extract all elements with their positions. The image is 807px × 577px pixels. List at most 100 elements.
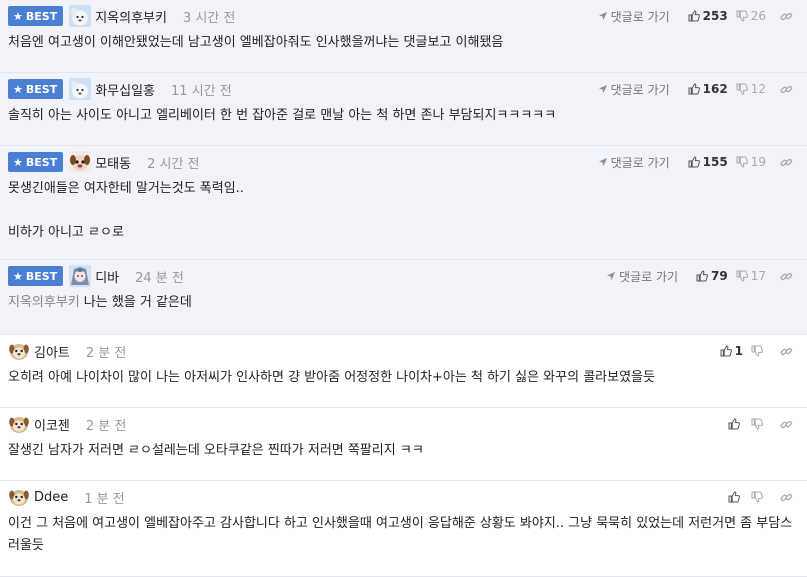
thumbs-down-icon bbox=[751, 491, 766, 503]
nickname[interactable]: 김아트 bbox=[34, 342, 70, 361]
downvote-count: 17 bbox=[750, 269, 766, 283]
upvote-button[interactable] bbox=[728, 491, 743, 503]
send-icon bbox=[598, 84, 611, 94]
go-to-reply-link[interactable]: 댓글로 가기 bbox=[598, 154, 670, 171]
comment-actions: 댓글로 가기 79 17 bbox=[606, 268, 793, 285]
timestamp: 3 시간 전 bbox=[182, 10, 236, 26]
comment-actions bbox=[720, 491, 793, 504]
send-icon bbox=[606, 271, 619, 281]
comment-header: ★ BEST 모태동 2 시간 전 댓글로 가기 155 19 bbox=[8, 146, 793, 178]
nickname[interactable]: 이코젠 bbox=[34, 415, 70, 434]
comment-header: ★ BEST 지옥의후부키 3 시간 전 댓글로 가기 253 26 bbox=[8, 0, 793, 32]
upvote-count: 155 bbox=[702, 155, 728, 169]
downvote-button[interactable] bbox=[751, 491, 766, 503]
thumbs-down-icon bbox=[736, 270, 751, 282]
upvote-button[interactable]: 1 bbox=[720, 344, 743, 358]
best-label: BEST bbox=[25, 9, 58, 23]
downvote-button[interactable]: 19 bbox=[736, 155, 766, 169]
downvote-button[interactable]: 26 bbox=[736, 9, 766, 23]
downvote-count: 12 bbox=[750, 82, 766, 96]
thumbs-down-icon bbox=[736, 83, 751, 95]
best-label: BEST bbox=[25, 82, 58, 96]
avatar[interactable] bbox=[8, 340, 30, 362]
timestamp: 1 분 전 bbox=[84, 491, 125, 507]
comment-text: 이건 그 처음에 여고생이 엘베잡아주고 감사합니다 하고 인사했을때 여고생이… bbox=[8, 513, 793, 566]
comment-header: 김아트 2 분 전 1 bbox=[8, 335, 793, 367]
comment-item: ★ BEST 지옥의후부키 3 시간 전 댓글로 가기 253 26 처음엔 여고생이 이해안… bbox=[0, 0, 807, 73]
avatar[interactable] bbox=[69, 78, 92, 100]
send-icon bbox=[598, 157, 611, 167]
avatar[interactable] bbox=[8, 486, 30, 508]
downvote-button[interactable]: 12 bbox=[736, 82, 766, 96]
comment-actions: 댓글로 가기 155 19 bbox=[598, 154, 793, 171]
link-icon[interactable] bbox=[780, 83, 793, 96]
best-label: BEST bbox=[25, 269, 58, 283]
star-icon: ★ bbox=[13, 82, 23, 96]
thumbs-up-icon bbox=[720, 345, 735, 357]
thumbs-down-icon bbox=[751, 418, 766, 430]
nickname[interactable]: 모태동 bbox=[95, 153, 131, 172]
timestamp: 2 시간 전 bbox=[147, 156, 200, 172]
comment-body: 오히려 아예 나이차이 많이 나는 아저씨가 인사하면 걍 받아줌 어정정한 나… bbox=[8, 370, 655, 385]
comment-text: 오히려 아예 나이차이 많이 나는 아저씨가 인사하면 걍 받아줌 어정정한 나… bbox=[8, 367, 793, 398]
comment-actions: 1 bbox=[712, 344, 793, 358]
thumbs-down-icon bbox=[751, 345, 766, 357]
comment-body: 처음엔 여고생이 이해안됐었는데 남고생이 엘베잡아줘도 인사했을꺼냐는 댓글보… bbox=[8, 35, 504, 50]
comment-body: 못생긴애들은 여자한테 말거는것도 폭력임.. 비하가 아니고 ㄹㅇ로 bbox=[8, 181, 244, 240]
downvote-button[interactable] bbox=[751, 345, 766, 357]
thumbs-up-icon bbox=[696, 270, 711, 282]
downvote-button[interactable]: 17 bbox=[736, 269, 766, 283]
link-icon[interactable] bbox=[780, 10, 793, 23]
link-icon[interactable] bbox=[780, 418, 793, 431]
link-icon[interactable] bbox=[780, 156, 793, 169]
comment-header: Ddee 1 분 전 bbox=[8, 481, 793, 513]
go-to-reply-link[interactable]: 댓글로 가기 bbox=[598, 81, 670, 98]
upvote-button[interactable]: 162 bbox=[688, 82, 728, 96]
nickname[interactable]: 디바 bbox=[95, 267, 119, 286]
comment-text: 처음엔 여고생이 이해안됐었는데 남고생이 엘베잡아줘도 인사했을꺼냐는 댓글보… bbox=[8, 32, 793, 63]
comment-actions: 댓글로 가기 253 26 bbox=[598, 8, 793, 25]
upvote-button[interactable]: 79 bbox=[696, 269, 728, 283]
go-to-reply-link[interactable]: 댓글로 가기 bbox=[598, 8, 670, 25]
comment-body: 나는 했을 거 같은데 bbox=[83, 295, 192, 310]
mention[interactable]: 지옥의후부키 bbox=[8, 295, 80, 310]
thumbs-up-icon bbox=[728, 491, 743, 503]
comment-text: 솔직히 아는 사이도 아니고 엘리베이터 한 번 잡아준 걸로 맨날 아는 척 … bbox=[8, 105, 793, 136]
link-icon[interactable] bbox=[780, 345, 793, 358]
upvote-button[interactable] bbox=[728, 418, 743, 430]
link-icon[interactable] bbox=[780, 491, 793, 504]
link-icon[interactable] bbox=[780, 270, 793, 283]
avatar[interactable] bbox=[8, 413, 30, 435]
downvote-button[interactable] bbox=[751, 418, 766, 430]
upvote-count: 1 bbox=[734, 344, 743, 358]
comment-item: 이코젠 2 분 전 잘생긴 남자가 저러면 ㄹㅇ설레는데 오타쿠같은 찐따가 저러면… bbox=[0, 408, 807, 481]
comment-text: 못생긴애들은 여자한테 말거는것도 폭력임.. 비하가 아니고 ㄹㅇ로 bbox=[8, 178, 793, 253]
comment-actions bbox=[720, 418, 793, 431]
thumbs-down-icon bbox=[736, 10, 751, 22]
best-badge: ★ BEST bbox=[8, 152, 64, 172]
downvote-count: 19 bbox=[750, 155, 766, 169]
thumbs-up-icon bbox=[688, 10, 703, 22]
timestamp: 11 시간 전 bbox=[171, 83, 232, 99]
comment-header: ★ BEST 화무십일홍 11 시간 전 댓글로 가기 162 12 bbox=[8, 73, 793, 105]
best-badge: ★ BEST bbox=[8, 6, 64, 26]
thumbs-up-icon bbox=[688, 156, 703, 168]
avatar[interactable] bbox=[69, 5, 92, 27]
nickname[interactable]: 화무십일홍 bbox=[95, 80, 155, 99]
comment-actions: 댓글로 가기 162 12 bbox=[598, 81, 793, 98]
thumbs-up-icon bbox=[728, 418, 743, 430]
upvote-button[interactable]: 155 bbox=[688, 155, 728, 169]
send-icon bbox=[598, 11, 611, 21]
go-to-reply-label: 댓글로 가기 bbox=[610, 155, 670, 170]
thumbs-down-icon bbox=[736, 156, 751, 168]
go-to-reply-label: 댓글로 가기 bbox=[610, 9, 670, 24]
nickname[interactable]: Ddee bbox=[34, 490, 68, 505]
go-to-reply-link[interactable]: 댓글로 가기 bbox=[606, 268, 678, 285]
upvote-button[interactable]: 253 bbox=[688, 9, 728, 23]
downvote-count: 26 bbox=[750, 9, 766, 23]
avatar[interactable] bbox=[69, 151, 92, 173]
avatar[interactable] bbox=[69, 265, 92, 287]
comment-item: ★ BEST 디바 24 분 전 댓글로 가기 79 17 지옥의후부키 나는 했을 거 같은데 bbox=[0, 260, 807, 335]
comment-list: ★ BEST 지옥의후부키 3 시간 전 댓글로 가기 253 26 처음엔 여고생이 이해안… bbox=[0, 0, 807, 577]
nickname[interactable]: 지옥의후부키 bbox=[95, 7, 167, 26]
